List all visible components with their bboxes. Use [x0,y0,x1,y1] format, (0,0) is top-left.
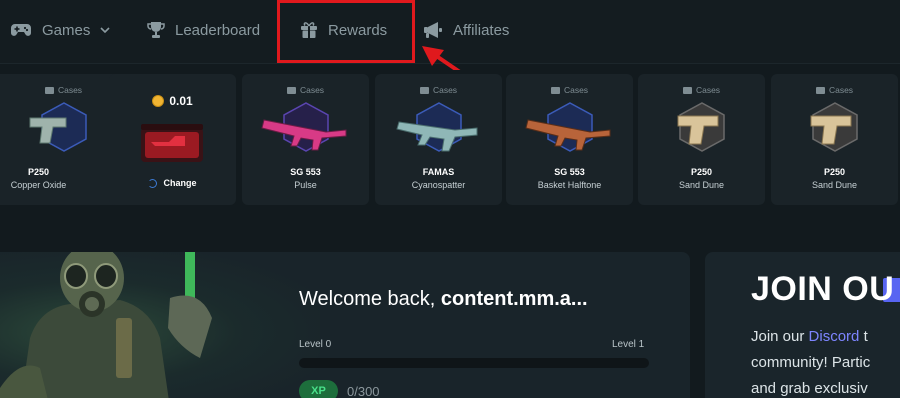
weapon-name: P250 [690,167,713,177]
pistol-icon [810,115,852,145]
cases-tag: Cases [242,85,369,95]
cases-tag: Cases [506,85,633,95]
top-nav: Games Leaderboard Rewards Affiliates [0,0,900,100]
megaphone-icon [424,22,442,38]
skin-name: Sand Dune [678,180,725,190]
soldier-illustration [0,252,212,398]
drop-card[interactable]: Cases P250 Sand Dune [638,74,765,205]
xp-value: 0/300 [347,384,380,398]
weapon-name: P250 [823,167,846,177]
highlight-box [277,0,415,63]
nav-leaderboard-label: Leaderboard [175,21,261,39]
skin-name: Copper Oxide [10,180,67,190]
pistol-icon [29,117,67,144]
drop-card[interactable]: Cases SG 553 Pulse [242,74,369,205]
level-next: Level 1 [612,339,645,350]
rifle-icon [261,119,347,151]
xp-badge: XP [299,380,338,398]
nav-leaderboard[interactable]: Leaderboard [147,0,260,60]
cases-tag: Cases [0,85,127,95]
drop-card[interactable]: Cases P250 Sand Dune [771,74,898,205]
nav-affiliates-label: Affiliates [453,21,510,39]
cases-tag: Cases [375,85,502,95]
case-icon [550,86,560,94]
balance-value: 0.01 [169,94,193,108]
welcome-panel: Welcome back, content.mm.a... Level 0 Le… [0,252,690,398]
join-text-line: Join our Discord t [751,328,868,345]
skin-name: Basket Halftone [537,180,602,190]
username: content.mm.a... [440,288,588,310]
skin-name: Pulse [294,180,317,190]
case-icon [419,86,429,94]
join-text-line: and grab exclusiv [751,380,868,397]
discord-join-panel: JOIN OU Join our Discord t community! Pa… [705,252,900,398]
skin-name: Cyanospatter [411,180,466,190]
nav-games-label: Games [42,21,91,39]
drop-card[interactable]: Cases P250 Copper Oxide [0,74,127,205]
weapon-name: SG 553 [554,167,585,177]
balance-card[interactable]: 0.01 Change [109,74,236,205]
balance-row: 0.01 [109,94,236,108]
cases-tag: Cases [771,85,898,95]
welcome-heading: Welcome back, content.mm.a... [299,288,588,310]
rifle-icon [525,119,611,151]
weapon-name: FAMAS [422,167,455,177]
case-box-icon [141,124,203,162]
trophy-icon [147,22,165,38]
weapon-name: SG 553 [290,167,321,177]
change-button[interactable]: Change [109,178,236,188]
case-icon [44,86,54,94]
case-icon [682,86,692,94]
cases-tag: Cases [638,85,765,95]
live-drops-strip: Cases P250 Copper Oxide 0.01 Change Case… [0,70,900,210]
chevron-down-icon [100,27,110,33]
pistol-icon [677,115,719,145]
discord-link[interactable]: Discord [809,328,860,345]
moon-icon [148,178,158,188]
case-icon [815,86,825,94]
coin-icon [152,95,165,107]
case-icon [286,86,296,94]
drop-card[interactable]: Cases FAMAS Cyanospatter [375,74,502,205]
join-text-line: community! Partic [751,354,871,371]
join-heading: JOIN OU [751,270,895,308]
skin-name: Sand Dune [811,180,858,190]
drop-card[interactable]: Cases SG 553 Basket Halftone [506,74,633,205]
weapon-name: P250 [27,167,50,177]
rifle-icon [396,121,478,152]
gamepad-icon [11,24,31,36]
nav-games[interactable]: Games [10,0,110,60]
xp-progress-bar [299,358,649,368]
level-current: Level 0 [299,339,332,350]
